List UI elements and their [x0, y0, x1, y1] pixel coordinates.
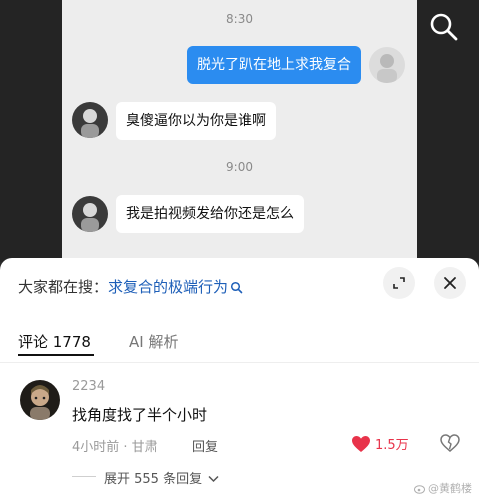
suggestion-prefix: 大家都在搜：	[18, 278, 109, 296]
avatar	[72, 196, 108, 232]
chat-bubble-outgoing: 脱光了趴在地上求我复合	[187, 46, 361, 84]
like-button[interactable]: 1.5万	[351, 434, 409, 453]
video-player[interactable]: 8:30 脱光了趴在地上求我复合 臭傻逼你以为你是谁啊 9:00 我是拍视频发给…	[0, 0, 479, 262]
expand-replies-label: 展开 555 条回复	[104, 472, 203, 487]
close-icon	[444, 277, 456, 289]
search-suggestion[interactable]: 大家都在搜：求复合的极端行为	[18, 276, 243, 297]
weibo-watermark: @黄鹤楼	[414, 480, 472, 496]
commenter-avatar[interactable]	[20, 380, 60, 420]
reply-button[interactable]: 回复	[192, 436, 218, 455]
expand-button[interactable]	[383, 267, 415, 299]
tab-ai-analysis[interactable]: AI 解析	[129, 331, 178, 352]
suggestion-query[interactable]: 求复合的极端行为	[108, 278, 228, 296]
chat-timestamp: 9:00	[226, 160, 253, 174]
dislike-button[interactable]	[440, 434, 460, 456]
expand-replies-button[interactable]: 展开 555 条回复	[104, 468, 219, 487]
chat-screenshot: 8:30 脱光了趴在地上求我复合 臭傻逼你以为你是谁啊 9:00 我是拍视频发给…	[62, 0, 417, 262]
divider	[72, 476, 96, 477]
divider	[0, 362, 479, 363]
comment-sheet: 大家都在搜：求复合的极端行为 评论 1778 AI 解析 2234 找角度找了半…	[0, 258, 479, 500]
watermark-text: @黄鹤楼	[428, 482, 472, 495]
avatar	[72, 102, 108, 138]
commenter-username[interactable]: 2234	[72, 379, 105, 394]
comment-text: 找角度找了半个小时	[72, 406, 208, 424]
like-count: 1.5万	[375, 438, 409, 453]
search-icon	[230, 281, 243, 294]
expand-icon	[393, 277, 405, 289]
weibo-icon	[414, 484, 425, 494]
close-button[interactable]	[434, 267, 466, 299]
comment-meta: 4小时前 · 甘肃	[72, 440, 158, 455]
chevron-down-icon	[208, 475, 219, 483]
search-button[interactable]	[427, 10, 461, 44]
heart-filled-icon	[352, 435, 370, 452]
search-icon	[430, 13, 458, 41]
avatar	[369, 47, 405, 83]
chat-timestamp: 8:30	[226, 12, 253, 26]
chat-bubble-incoming: 我是拍视频发给你还是怎么	[116, 195, 304, 233]
chat-bubble-incoming: 臭傻逼你以为你是谁啊	[116, 102, 276, 140]
broken-heart-icon	[440, 434, 460, 452]
tab-comments[interactable]: 评论 1778	[18, 331, 91, 352]
active-tab-indicator	[18, 354, 94, 356]
